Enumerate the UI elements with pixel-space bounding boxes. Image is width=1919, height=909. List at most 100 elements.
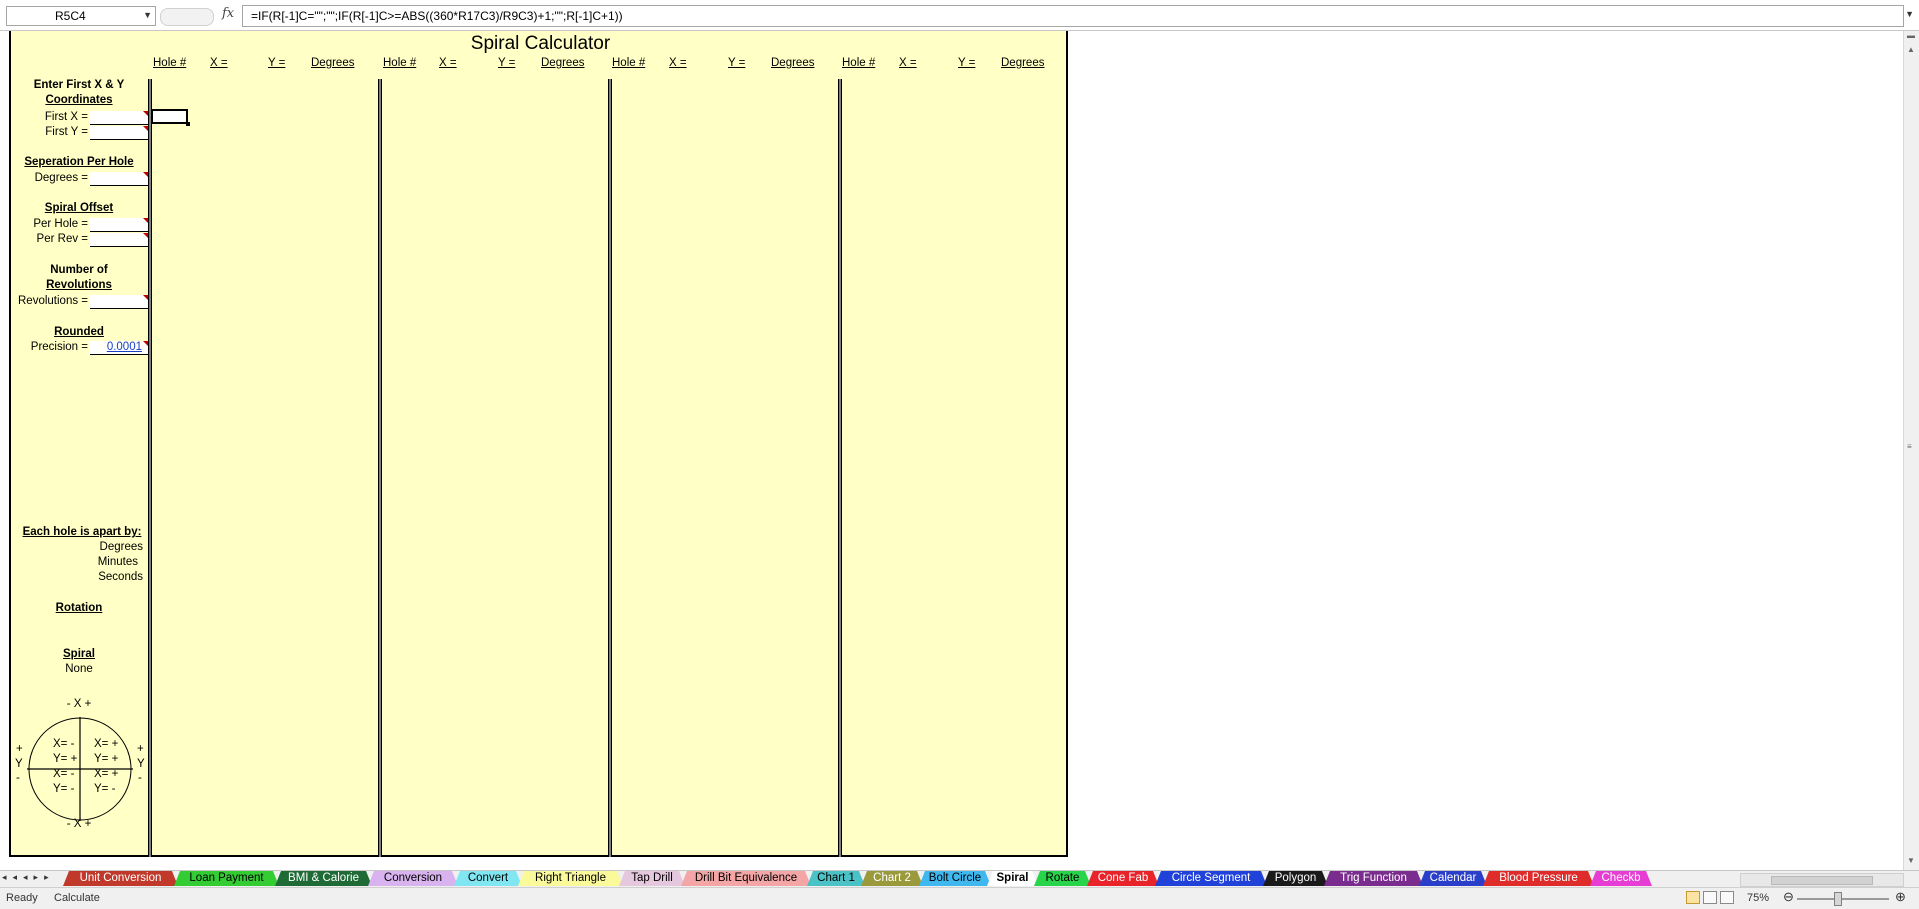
vertical-scrollbar[interactable]: ▬ ▲ ≡ ▼	[1903, 31, 1919, 870]
spiral-value: None	[65, 663, 93, 675]
comment-indicator	[143, 126, 148, 131]
worksheet-grid[interactable]: Spiral Calculator Hole # X = Y = Degrees…	[0, 31, 1902, 870]
quadrant-right-plus: +	[137, 743, 144, 755]
rounded-heading: Rounded	[54, 326, 104, 338]
first-y-label: First Y =	[45, 126, 88, 138]
horizontal-scrollbar[interactable]	[1740, 873, 1904, 887]
header-x-1: X =	[210, 57, 228, 69]
per-rev-input[interactable]	[90, 233, 148, 247]
degrees-input[interactable]	[90, 172, 148, 186]
column-divider	[838, 79, 842, 857]
hole-apart-heading: Each hole is apart by:	[22, 526, 142, 538]
zoom-slider[interactable]	[1797, 898, 1889, 900]
normal-view-icon[interactable]	[1686, 891, 1700, 904]
expand-formula-icon[interactable]: ▼	[1905, 9, 1914, 19]
header-hole-3: Hole #	[612, 57, 646, 69]
tab-trig-function[interactable]: Trig Function	[1324, 871, 1423, 886]
insert-function-icon[interactable]: fx	[222, 6, 234, 21]
tab-convert[interactable]: Convert	[454, 871, 522, 886]
spiral-heading: Spiral	[63, 648, 95, 660]
per-rev-label: Per Rev =	[36, 233, 88, 245]
tab-checkb[interactable]: Checkb	[1590, 871, 1652, 886]
tab-chart-1[interactable]: Chart 1	[807, 871, 865, 886]
number-of-heading: Number of	[50, 264, 108, 276]
tab-calendar[interactable]: Calendar	[1419, 871, 1487, 886]
page-title: Spiral Calculator	[470, 33, 611, 54]
header-degrees-3: Degrees	[771, 57, 815, 69]
tab-rotate[interactable]: Rotate	[1034, 871, 1091, 886]
tab-right-triangle[interactable]: Right Triangle	[518, 871, 623, 886]
first-x-input[interactable]	[90, 111, 148, 125]
scroll-up-icon[interactable]: ▲	[1907, 45, 1915, 54]
scroll-down-icon[interactable]: ▼	[1907, 856, 1915, 865]
name-box[interactable]: R5C4 ▼	[6, 6, 156, 26]
q3-x: X= -	[53, 768, 75, 780]
q1-x: X= +	[94, 738, 119, 750]
header-hole-4: Hole #	[842, 57, 876, 69]
zoom-level[interactable]: 75%	[1747, 892, 1769, 904]
header-y-3: Y =	[728, 57, 746, 69]
spiral-offset-heading: Spiral Offset	[44, 202, 114, 214]
header-y-2: Y =	[498, 57, 516, 69]
quadrant-left-plus: +	[16, 743, 23, 755]
q4-y: Y= -	[94, 783, 116, 795]
status-bar: Ready Calculate 75% ⊖ ⊕	[0, 887, 1919, 909]
revolutions-heading: Revolutions	[46, 279, 112, 291]
tab-tap-drill[interactable]: Tap Drill	[619, 871, 685, 886]
chevron-down-icon[interactable]: ▼	[143, 10, 152, 20]
tab-cone-fab[interactable]: Cone Fab	[1087, 871, 1159, 886]
per-hole-input[interactable]	[90, 218, 148, 232]
comment-indicator	[143, 111, 148, 116]
quadrant-left-minus: -	[16, 772, 20, 784]
tab-circle-segment[interactable]: Circle Segment	[1155, 871, 1267, 886]
rotation-heading: Rotation	[55, 602, 103, 614]
scroll-thumb[interactable]	[1771, 876, 1873, 885]
precision-value: 0.0001	[106, 341, 142, 353]
first-y-input[interactable]	[90, 126, 148, 140]
tab-blood-pressure[interactable]: Blood Pressure	[1483, 871, 1594, 886]
name-box-value: R5C4	[55, 9, 86, 23]
header-degrees-4: Degrees	[1001, 57, 1045, 69]
per-hole-label: Per Hole =	[33, 218, 88, 230]
tab-navigation-icon[interactable]: ◂◂◂▸▸	[2, 872, 55, 883]
enter-first-heading: Enter First X & Y	[33, 79, 125, 91]
tab-bolt-circle[interactable]: Bolt Circle	[919, 871, 991, 886]
comment-indicator	[143, 233, 148, 238]
precision-input[interactable]: 0.0001	[90, 341, 148, 355]
page-break-view-icon[interactable]	[1720, 891, 1734, 904]
header-degrees-2: Degrees	[541, 57, 585, 69]
zoom-in-icon[interactable]: ⊕	[1895, 889, 1906, 905]
tab-spiral[interactable]: Spiral	[987, 871, 1038, 886]
sheet-tab-bar: ◂◂◂▸▸ Unit Conversion Loan Payment BMI & C…	[0, 870, 1919, 888]
tab-drill-bit-equivalence[interactable]: Drill Bit Equivalence	[681, 871, 811, 886]
header-hole-1: Hole #	[153, 57, 187, 69]
scroll-split-icon[interactable]: ▬	[1907, 31, 1915, 40]
tab-loan-payment[interactable]: Loan Payment	[174, 871, 279, 886]
column-divider	[148, 79, 152, 857]
scroll-grip-icon[interactable]: ≡	[1907, 442, 1912, 451]
precision-label: Precision =	[30, 341, 88, 353]
page-layout-icon[interactable]	[1703, 891, 1717, 904]
tab-chart-2[interactable]: Chart 2	[861, 871, 923, 886]
status-calculate[interactable]: Calculate	[54, 892, 100, 904]
first-x-label: First X =	[44, 111, 88, 123]
header-degrees-1: Degrees	[311, 57, 355, 69]
q2-y: Y= +	[53, 753, 78, 765]
q4-x: X= +	[94, 768, 119, 780]
zoom-out-icon[interactable]: ⊖	[1783, 889, 1794, 905]
zoom-slider-thumb[interactable]	[1834, 892, 1842, 906]
tab-unit-conversion[interactable]: Unit Conversion	[63, 871, 178, 886]
spiral-calculator-panel: Spiral Calculator Hole # X = Y = Degrees…	[9, 31, 1068, 857]
quadrant-right-y: Y	[137, 758, 145, 770]
coordinates-heading: Coordinates	[45, 94, 113, 106]
column-divider	[378, 79, 382, 857]
revolutions-input[interactable]	[90, 295, 148, 309]
separation-heading: Seperation Per Hole	[24, 156, 134, 168]
tab-conversion[interactable]: Conversion	[368, 871, 458, 886]
active-cell[interactable]	[151, 109, 190, 126]
tab-bmi-calorie[interactable]: BMI & Calorie	[275, 871, 372, 886]
tab-polygon[interactable]: Polygon	[1263, 871, 1328, 886]
formula-input[interactable]: =IF(R[-1]C="";"";IF(R[-1]C>=ABS((360*R17…	[242, 5, 1904, 27]
comment-indicator	[143, 295, 148, 300]
q3-y: Y= -	[53, 783, 75, 795]
